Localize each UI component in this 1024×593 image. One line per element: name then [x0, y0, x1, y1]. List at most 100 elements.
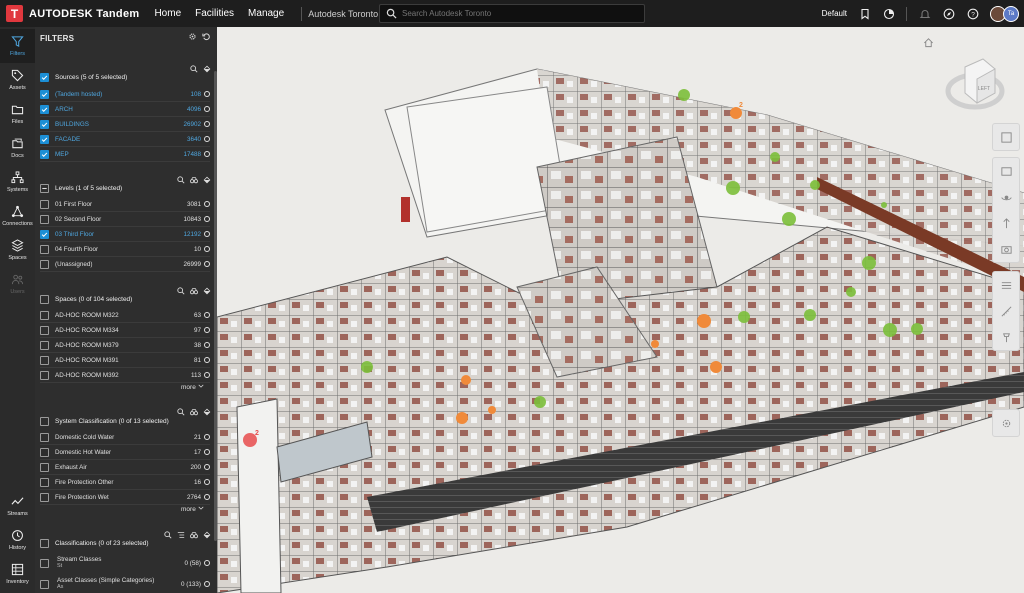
search-icon[interactable]	[177, 408, 185, 416]
row-checkbox[interactable]	[40, 310, 49, 320]
system-classification-select-all-checkbox[interactable]	[40, 417, 49, 426]
isolate-toggle-icon[interactable]	[204, 357, 210, 363]
paint-bucket-icon[interactable]	[203, 408, 211, 416]
bookmark-icon[interactable]	[858, 7, 871, 20]
isolate-toggle-icon[interactable]	[204, 449, 210, 455]
row-checkbox[interactable]	[40, 432, 49, 442]
nav-manage[interactable]: Manage	[248, 8, 284, 19]
model-viewport[interactable]: 2 2 LEFT	[217, 27, 1024, 593]
system-row[interactable]: Fire Protection Wet 2764	[40, 490, 210, 505]
orbit-button[interactable]	[993, 184, 1019, 210]
nav-facilities[interactable]: Facilities	[195, 8, 234, 19]
source-row[interactable]: BUILDINGS 26902	[40, 117, 210, 132]
row-checkbox[interactable]	[40, 370, 49, 380]
system-row[interactable]: Domestic Hot Water 17	[40, 445, 210, 460]
row-checkbox[interactable]	[40, 134, 49, 144]
isolate-toggle-icon[interactable]	[204, 342, 210, 348]
isolate-toggle-icon[interactable]	[204, 201, 210, 207]
measure-button[interactable]	[993, 298, 1019, 324]
rail-item-docs[interactable]: Docs	[0, 131, 35, 165]
level-row[interactable]: (Unassigned) 26999	[40, 257, 210, 272]
source-row[interactable]: FACADE 3640	[40, 132, 210, 147]
frame-button[interactable]	[993, 158, 1019, 184]
binoculars-icon[interactable]	[190, 408, 198, 416]
row-checkbox[interactable]	[40, 104, 49, 114]
isolate-toggle-icon[interactable]	[204, 121, 210, 127]
row-checkbox[interactable]	[40, 89, 49, 99]
row-checkbox[interactable]	[40, 149, 49, 159]
notifications-bell-icon[interactable]	[918, 7, 931, 20]
rail-item-inventory[interactable]: Inventory	[0, 557, 35, 591]
binoculars-icon[interactable]	[190, 531, 198, 539]
isolate-toggle-icon[interactable]	[204, 434, 210, 440]
isolate-toggle-icon[interactable]	[204, 372, 210, 378]
level-row[interactable]: 04 Fourth Floor 10	[40, 242, 210, 257]
system-row[interactable]: Domestic Cold Water 21	[40, 430, 210, 445]
row-checkbox[interactable]	[40, 579, 49, 589]
row-checkbox[interactable]	[40, 259, 49, 269]
row-checkbox[interactable]	[40, 558, 49, 568]
isolate-toggle-icon[interactable]	[204, 151, 210, 157]
isolate-toggle-icon[interactable]	[204, 216, 210, 222]
row-checkbox[interactable]	[40, 214, 49, 224]
row-checkbox[interactable]	[40, 447, 49, 457]
help-icon[interactable]: ?	[966, 7, 979, 20]
section-box-button[interactable]	[993, 124, 1019, 150]
systems-more-link[interactable]: more	[181, 505, 204, 513]
building-3d-model[interactable]: 2 2	[217, 27, 1024, 593]
search-input[interactable]	[402, 9, 632, 18]
rail-item-assets[interactable]: Assets	[0, 63, 35, 97]
levels-select-all-checkbox[interactable]	[40, 184, 49, 193]
home-view-icon[interactable]	[923, 37, 934, 48]
isolate-toggle-icon[interactable]	[204, 106, 210, 112]
level-row[interactable]: 02 Second Floor 10843	[40, 212, 210, 227]
settings-gear-icon[interactable]	[188, 32, 197, 41]
space-row[interactable]: AD-HOC ROOM M391 81	[40, 353, 210, 368]
isolate-toggle-icon[interactable]	[204, 261, 210, 267]
isolate-toggle-icon[interactable]	[204, 581, 210, 587]
isolate-toggle-icon[interactable]	[204, 312, 210, 318]
classification-row[interactable]: Asset Classes (Simple Categories) As 0 (13…	[40, 574, 210, 593]
source-row[interactable]: (Tandem hosted) 108	[40, 87, 210, 102]
user-menu[interactable]: Ta	[990, 5, 1019, 22]
rail-item-connections[interactable]: Connections	[0, 199, 35, 233]
rail-item-users[interactable]: Users	[0, 267, 35, 301]
explore-compass-icon[interactable]	[942, 7, 955, 20]
paint-bucket-icon[interactable]	[203, 531, 211, 539]
search-icon[interactable]	[177, 176, 185, 184]
row-checkbox[interactable]	[40, 244, 49, 254]
walk-button[interactable]	[993, 210, 1019, 236]
camera-button[interactable]	[993, 236, 1019, 262]
row-checkbox[interactable]	[40, 355, 49, 365]
view-cube[interactable]: LEFT	[945, 53, 1005, 113]
row-checkbox[interactable]	[40, 199, 49, 209]
space-row[interactable]: AD-HOC ROOM M379 38	[40, 338, 210, 353]
paint-bucket-icon[interactable]	[203, 287, 211, 295]
isolate-toggle-icon[interactable]	[204, 246, 210, 252]
search-icon[interactable]	[164, 531, 172, 539]
paint-bucket-icon[interactable]	[203, 176, 211, 184]
classification-row[interactable]: Stream Classes St 0 (58)	[40, 553, 210, 573]
isolate-toggle-icon[interactable]	[204, 494, 210, 500]
levels-tool-button[interactable]	[993, 272, 1019, 298]
sources-select-all-checkbox[interactable]	[40, 73, 49, 82]
rail-item-streams[interactable]: Streams	[0, 489, 35, 523]
system-row[interactable]: Exhaust Air 200	[40, 460, 210, 475]
isolate-toggle-icon[interactable]	[204, 136, 210, 142]
space-row[interactable]: AD-HOC ROOM M334 97	[40, 323, 210, 338]
space-row[interactable]: AD-HOC ROOM M392 113	[40, 368, 210, 383]
nav-home[interactable]: Home	[154, 8, 181, 19]
autodesk-logo[interactable]: T AUTODESK Tandem	[6, 5, 139, 22]
view-mode-label[interactable]: Default	[822, 9, 847, 18]
spaces-more-link[interactable]: more	[181, 383, 204, 391]
isolate-toggle-icon[interactable]	[204, 231, 210, 237]
level-row[interactable]: 03 Third Floor 12192	[40, 227, 210, 242]
source-row[interactable]: ARCH 4096	[40, 102, 210, 117]
facility-name[interactable]: Autodesk Toronto	[308, 9, 378, 19]
rail-item-spaces[interactable]: Spaces	[0, 233, 35, 267]
binoculars-icon[interactable]	[190, 287, 198, 295]
pin-button[interactable]	[993, 324, 1019, 350]
dashboard-icon[interactable]	[882, 7, 895, 20]
viewer-settings-button[interactable]	[993, 410, 1019, 436]
isolate-toggle-icon[interactable]	[204, 327, 210, 333]
